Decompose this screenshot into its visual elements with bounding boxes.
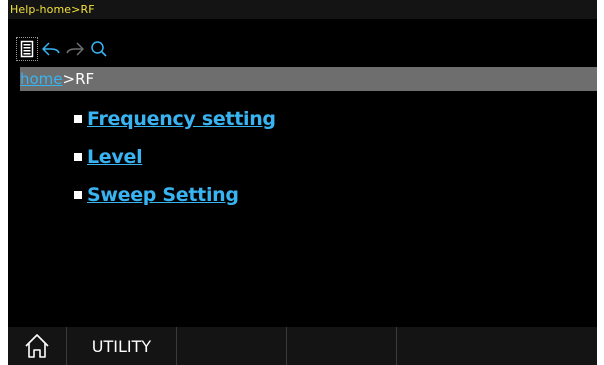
list-item: Frequency setting [74,100,276,138]
home-icon [25,334,49,358]
forward-arrow-icon [66,42,84,56]
softkey-utility[interactable]: UTILITY [66,327,176,365]
window-title: Help-home>RF [8,0,597,19]
help-toolbar [16,36,112,62]
softkey-3[interactable] [286,327,396,365]
bullet-icon [74,115,82,123]
softkey-4[interactable] [396,327,506,365]
breadcrumb-home-link[interactable]: home [20,70,63,88]
search-button[interactable] [88,37,110,61]
help-screen: Help-home>RF home>RF Frequency setting L… [8,0,597,365]
home-button[interactable] [8,327,66,365]
topic-link-level[interactable]: Level [87,146,143,168]
document-button[interactable] [16,37,38,61]
bullet-icon [74,191,82,199]
topic-link-sweep-setting[interactable]: Sweep Setting [87,184,239,206]
bullet-icon [74,153,82,161]
back-button[interactable] [40,37,62,61]
breadcrumb-separator: > [62,70,76,88]
list-item: Level [74,138,276,176]
breadcrumb-current: RF [75,70,95,88]
topic-link-frequency-setting[interactable]: Frequency setting [87,108,276,130]
back-arrow-icon [42,42,60,56]
topic-list: Frequency setting Level Sweep Setting [74,100,276,214]
softkey-bar: UTILITY [8,327,597,365]
breadcrumb: home>RF [20,67,597,91]
list-item: Sweep Setting [74,176,276,214]
document-icon [20,40,34,58]
softkey-2[interactable] [176,327,286,365]
search-icon [91,41,107,57]
forward-button[interactable] [64,37,86,61]
